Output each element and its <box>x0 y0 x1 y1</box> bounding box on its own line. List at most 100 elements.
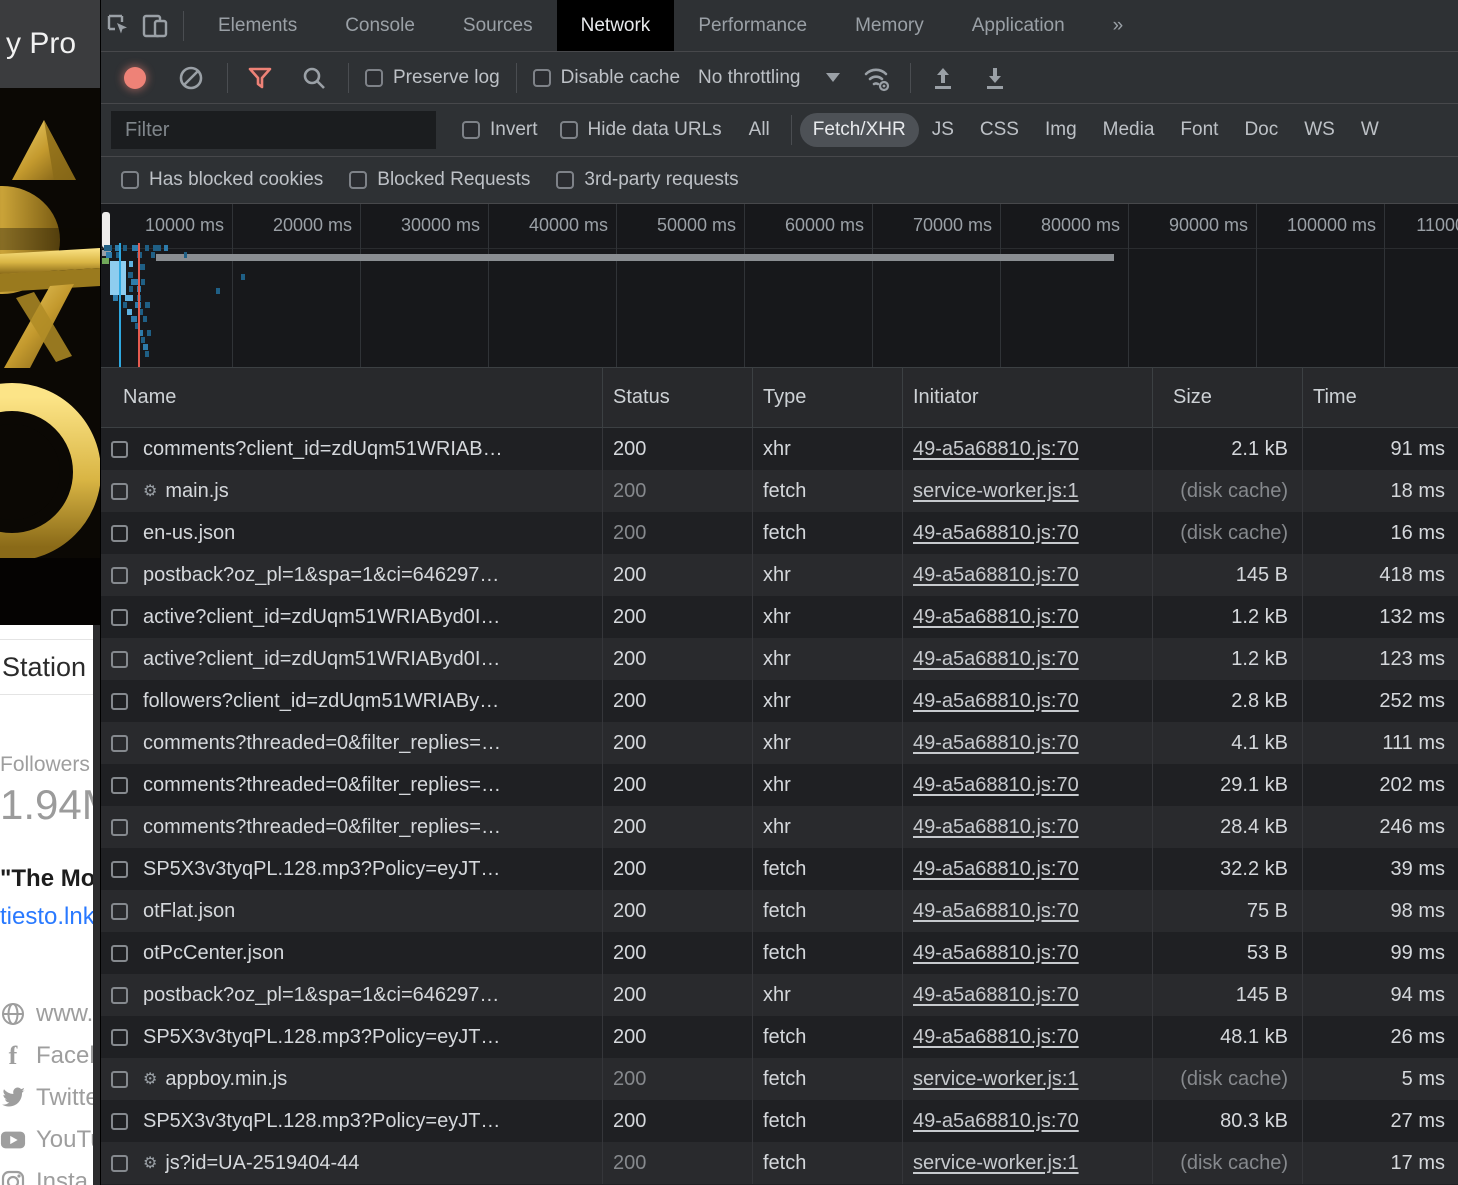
initiator-link[interactable]: 49-a5a68810.js:70 <box>913 816 1079 839</box>
row-checkbox[interactable] <box>111 609 128 626</box>
filter-chip-w[interactable]: W <box>1348 113 1392 147</box>
column-header-initiator[interactable]: Initiator <box>903 368 1153 427</box>
column-header-size[interactable]: Size <box>1153 368 1303 427</box>
table-row[interactable]: ⚙js?id=UA-2519404-44200fetchservice-work… <box>101 1142 1458 1184</box>
social-link-globe[interactable]: www. <box>0 993 100 1035</box>
filter-chip-media[interactable]: Media <box>1090 113 1168 147</box>
tab-application[interactable]: Application <box>948 0 1089 51</box>
search-icon[interactable] <box>296 60 332 96</box>
filter-chip-img[interactable]: Img <box>1032 113 1090 147</box>
row-checkbox[interactable] <box>111 861 128 878</box>
row-checkbox[interactable] <box>111 693 128 710</box>
hide-data-urls-checkbox[interactable] <box>560 121 578 139</box>
table-row[interactable]: otPcCenter.json200fetch49-a5a68810.js:70… <box>101 932 1458 974</box>
filter-icon[interactable] <box>242 60 278 96</box>
disable-cache-checkbox[interactable] <box>533 69 551 87</box>
table-row[interactable]: active?client_id=zdUqm51WRIAByd0I…200xhr… <box>101 596 1458 638</box>
initiator-link[interactable]: 49-a5a68810.js:70 <box>913 438 1079 461</box>
initiator-link[interactable]: 49-a5a68810.js:70 <box>913 522 1079 545</box>
tab-performance[interactable]: Performance <box>674 0 831 51</box>
initiator-link[interactable]: service-worker.js:1 <box>913 1152 1079 1175</box>
throttling-select[interactable]: No throttling <box>698 67 840 89</box>
row-checkbox[interactable] <box>111 1113 128 1130</box>
row-checkbox[interactable] <box>111 1029 128 1046</box>
table-row[interactable]: comments?threaded=0&filter_replies=…200x… <box>101 806 1458 848</box>
row-checkbox[interactable] <box>111 441 128 458</box>
station-section[interactable]: Station <box>0 639 95 695</box>
column-header-time[interactable]: Time <box>1303 368 1458 427</box>
invert-checkbox[interactable] <box>462 121 480 139</box>
table-row[interactable]: SP5X3v3tyqPL.128.mp3?Policy=eyJT…200fetc… <box>101 1100 1458 1142</box>
row-checkbox[interactable] <box>111 483 128 500</box>
table-row[interactable]: postback?oz_pl=1&spa=1&ci=646297…200xhr4… <box>101 974 1458 1016</box>
initiator-link[interactable]: 49-a5a68810.js:70 <box>913 942 1079 965</box>
row-checkbox[interactable] <box>111 1155 128 1172</box>
blocked-requests-checkbox[interactable] <box>349 171 367 189</box>
row-checkbox[interactable] <box>111 567 128 584</box>
initiator-link[interactable]: 49-a5a68810.js:70 <box>913 564 1079 587</box>
network-overview-timeline[interactable]: 10000 ms20000 ms30000 ms40000 ms50000 ms… <box>101 204 1458 368</box>
table-row[interactable]: postback?oz_pl=1&spa=1&ci=646297…200xhr4… <box>101 554 1458 596</box>
tab-memory[interactable]: Memory <box>831 0 948 51</box>
row-checkbox[interactable] <box>111 651 128 668</box>
initiator-link[interactable]: 49-a5a68810.js:70 <box>913 774 1079 797</box>
table-row[interactable]: SP5X3v3tyqPL.128.mp3?Policy=eyJT…200fetc… <box>101 848 1458 890</box>
row-checkbox[interactable] <box>111 819 128 836</box>
column-header-name[interactable]: Name <box>101 368 603 427</box>
initiator-link[interactable]: service-worker.js:1 <box>913 480 1079 503</box>
initiator-link[interactable]: 49-a5a68810.js:70 <box>913 1026 1079 1049</box>
row-checkbox[interactable] <box>111 987 128 1004</box>
filter-chip-font[interactable]: Font <box>1167 113 1231 147</box>
filter-chip-css[interactable]: CSS <box>967 113 1032 147</box>
initiator-link[interactable]: 49-a5a68810.js:70 <box>913 984 1079 1007</box>
row-checkbox[interactable] <box>111 903 128 920</box>
table-row[interactable]: ⚙main.js200fetchservice-worker.js:1(disk… <box>101 470 1458 512</box>
table-row[interactable]: active?client_id=zdUqm51WRIAByd0I…200xhr… <box>101 638 1458 680</box>
filter-input[interactable]: Filter <box>111 111 436 149</box>
row-checkbox[interactable] <box>111 735 128 752</box>
column-header-type[interactable]: Type <box>753 368 903 427</box>
initiator-link[interactable]: 49-a5a68810.js:70 <box>913 858 1079 881</box>
table-row[interactable]: otFlat.json200fetch49-a5a68810.js:7075 B… <box>101 890 1458 932</box>
table-row[interactable]: en-us.json200fetch49-a5a68810.js:70(disk… <box>101 512 1458 554</box>
bio-link[interactable]: tiesto.lnk <box>0 903 95 931</box>
initiator-link[interactable]: 49-a5a68810.js:70 <box>913 690 1079 713</box>
tab-console[interactable]: Console <box>321 0 439 51</box>
filter-chip-ws[interactable]: WS <box>1291 113 1348 147</box>
row-checkbox[interactable] <box>111 945 128 962</box>
network-conditions-icon[interactable] <box>860 60 896 96</box>
initiator-link[interactable]: 49-a5a68810.js:70 <box>913 648 1079 671</box>
initiator-link[interactable]: service-worker.js:1 <box>913 1068 1079 1091</box>
preserve-log-checkbox[interactable] <box>365 69 383 87</box>
column-header-status[interactable]: Status <box>603 368 753 427</box>
import-har-icon[interactable] <box>925 60 961 96</box>
table-row[interactable]: comments?threaded=0&filter_replies=…200x… <box>101 764 1458 806</box>
tab-sources[interactable]: Sources <box>439 0 557 51</box>
table-row[interactable]: ⚙appboy.min.js200fetchservice-worker.js:… <box>101 1058 1458 1100</box>
social-link-youtube[interactable]: YouTu <box>0 1119 100 1161</box>
device-toolbar-icon[interactable] <box>137 8 173 44</box>
has-blocked-cookies-checkbox[interactable] <box>121 171 139 189</box>
tab-network[interactable]: Network <box>557 0 675 51</box>
filter-chip-doc[interactable]: Doc <box>1231 113 1291 147</box>
social-link-instagram[interactable]: Insta <box>0 1161 100 1185</box>
tab-elements[interactable]: Elements <box>194 0 321 51</box>
initiator-link[interactable]: 49-a5a68810.js:70 <box>913 732 1079 755</box>
table-row[interactable]: SP5X3v3tyqPL.128.mp3?Policy=eyJT…200fetc… <box>101 1016 1458 1058</box>
initiator-link[interactable]: 49-a5a68810.js:70 <box>913 900 1079 923</box>
initiator-link[interactable]: 49-a5a68810.js:70 <box>913 1110 1079 1133</box>
table-row[interactable]: comments?client_id=zdUqm51WRIAB…200xhr49… <box>101 428 1458 470</box>
row-checkbox[interactable] <box>111 1071 128 1088</box>
social-link-facebook[interactable]: fFaceb <box>0 1035 100 1077</box>
initiator-link[interactable]: 49-a5a68810.js:70 <box>913 606 1079 629</box>
table-row[interactable]: comments?threaded=0&filter_replies=…200x… <box>101 722 1458 764</box>
filter-chip-all[interactable]: All <box>736 113 783 147</box>
inspect-element-icon[interactable] <box>101 8 137 44</box>
filter-chip-js[interactable]: JS <box>919 113 967 147</box>
more-tabs-button[interactable]: » <box>1089 0 1148 51</box>
filter-chip-fetchxhr[interactable]: Fetch/XHR <box>800 113 919 147</box>
export-har-icon[interactable] <box>977 60 1013 96</box>
row-checkbox[interactable] <box>111 777 128 794</box>
row-checkbox[interactable] <box>111 525 128 542</box>
social-link-twitter[interactable]: Twitte <box>0 1077 100 1119</box>
